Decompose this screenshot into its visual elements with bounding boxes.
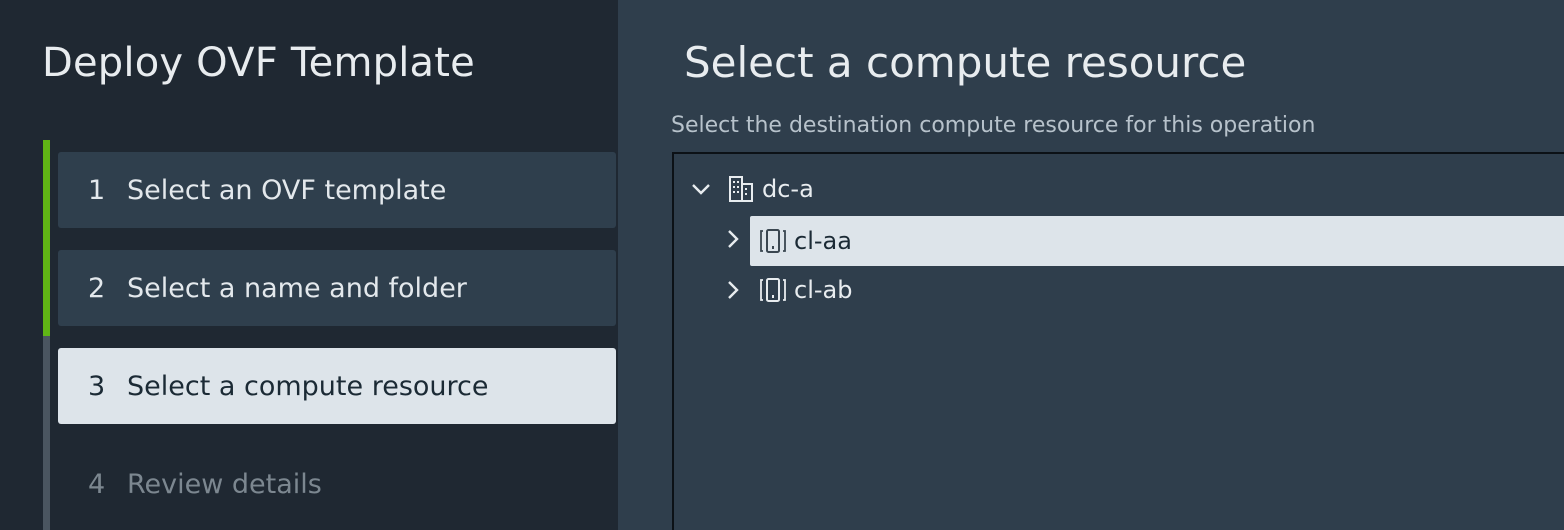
chevron-down-icon[interactable] (690, 178, 712, 200)
tree-node-label: cl-aa (794, 227, 852, 255)
datacenter-icon (729, 176, 753, 202)
step-number: 1 (88, 174, 106, 206)
step-label: Select a name and folder (127, 272, 467, 304)
compute-resource-tree: dc-a cl-aa cl-ab (672, 152, 1564, 530)
tree-node-label: dc-a (762, 175, 814, 203)
tree-node-cl-aa[interactable]: cl-aa (750, 216, 1564, 266)
progress-track (43, 140, 50, 530)
step-label: Select a compute resource (127, 370, 489, 402)
wizard-step-4: 4 Review details (58, 446, 616, 522)
cluster-icon (760, 278, 786, 302)
wizard-step-3[interactable]: 3 Select a compute resource (58, 348, 616, 424)
progress-fill (43, 140, 50, 336)
chevron-right-icon[interactable] (722, 279, 744, 301)
wizard-step-1[interactable]: 1 Select an OVF template (58, 152, 616, 228)
wizard-step-2[interactable]: 2 Select a name and folder (58, 250, 616, 326)
chevron-right-icon[interactable] (722, 228, 744, 250)
step-label: Review details (127, 468, 322, 500)
tree-node-label: cl-ab (794, 276, 853, 304)
wizard-title: Deploy OVF Template (42, 40, 475, 86)
wizard-sidebar: Deploy OVF Template 1 Select an OVF temp… (0, 0, 618, 530)
tree-node-dc-a[interactable]: dc-a (726, 172, 814, 206)
step-number: 3 (88, 370, 106, 402)
page-subtitle: Select the destination compute resource … (671, 113, 1316, 138)
page-title: Select a compute resource (684, 38, 1247, 87)
deploy-ovf-wizard: Deploy OVF Template 1 Select an OVF temp… (0, 0, 1564, 530)
cluster-icon (760, 229, 786, 253)
tree-node-cl-ab[interactable]: cl-ab (758, 272, 852, 308)
step-label: Select an OVF template (127, 174, 447, 206)
step-number: 4 (88, 468, 106, 500)
step-number: 2 (88, 272, 106, 304)
